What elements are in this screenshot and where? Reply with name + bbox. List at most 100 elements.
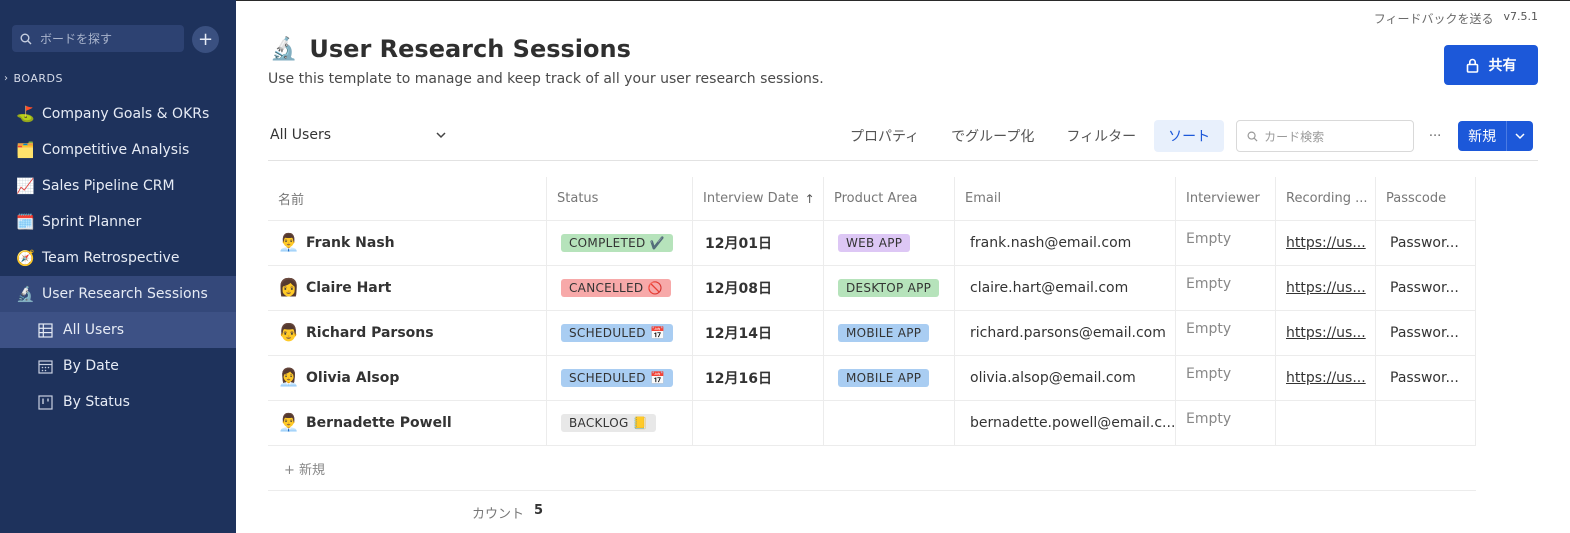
date-cell[interactable] [693,401,824,445]
interview-date: 12月14日 [705,326,772,342]
recording-cell[interactable]: https://us... [1276,266,1376,310]
share-button[interactable]: 共有 [1444,45,1538,85]
date-cell[interactable]: 12月16日 [693,356,824,400]
share-label: 共有 [1488,58,1517,74]
table-row[interactable]: 👨‍💼 Frank Nash COMPLETED ✔️ 12月01日 WEB A… [268,221,1476,266]
email-cell[interactable]: richard.parsons@email.com [955,311,1176,355]
table-row[interactable]: 👨 Richard Parsons SCHEDULED 📅 12月14日 MOB… [268,311,1476,356]
product-area-cell[interactable]: WEB APP [824,221,955,265]
email-cell[interactable]: frank.nash@email.com [955,221,1176,265]
status-cell[interactable]: SCHEDULED 📅 [547,356,693,400]
email-cell[interactable]: claire.hart@email.com [955,266,1176,310]
table-row[interactable]: 👨‍💼 Bernadette Powell BACKLOG 📒 bernadet… [268,401,1476,446]
feedback-link[interactable]: フィードバックを送る [1374,10,1494,27]
email-cell[interactable]: olivia.alsop@email.com [955,356,1176,400]
page-title[interactable]: User Research Sessions [309,35,630,63]
column-header-name[interactable]: 名前 [268,177,547,220]
passcode-cell[interactable] [1376,401,1476,445]
recording-link[interactable]: https://us... [1286,235,1366,251]
column-header-interview-date[interactable]: Interview Date ↑ [693,177,824,220]
sidebar-view-by-status[interactable]: By Status [0,384,236,420]
board-label: Team Retrospective [42,250,180,266]
column-header-email[interactable]: Email [955,177,1176,220]
status-cell[interactable]: BACKLOG 📒 [547,401,693,445]
properties-button[interactable]: プロパティ [836,120,933,152]
board-label: Competitive Analysis [42,142,190,158]
column-header-status[interactable]: Status [547,177,693,220]
filter-button[interactable]: フィルター [1052,120,1150,152]
board-icon [38,394,53,410]
recording-link[interactable]: https://us... [1286,280,1366,296]
sidebar-board-user-research[interactable]: 🔬 User Research Sessions [0,276,236,312]
more-options-button[interactable]: ··· [1418,129,1452,144]
sort-button[interactable]: ソート [1154,120,1225,152]
column-header-passcode[interactable]: Passcode [1376,177,1476,220]
new-card-dropdown-button[interactable] [1506,121,1534,151]
recording-link[interactable]: https://us... [1286,370,1366,386]
email-cell[interactable]: bernadette.powell@email.c... [955,401,1176,445]
passcode-cell[interactable]: Passwor... [1376,266,1476,310]
date-cell[interactable]: 12月01日 [693,221,824,265]
name-cell[interactable]: 👩‍💼 Olivia Alsop [268,356,547,400]
recording-cell[interactable]: https://us... [1276,311,1376,355]
name-cell[interactable]: 👨 Richard Parsons [268,311,547,355]
status-cell[interactable]: COMPLETED ✔️ [547,221,693,265]
view-label: By Date [63,358,119,374]
product-area-cell[interactable]: DESKTOP APP [824,266,955,310]
date-cell[interactable]: 12月14日 [693,311,824,355]
column-header-interviewer[interactable]: Interviewer [1176,177,1276,220]
page-description[interactable]: Use this template to manage and keep tra… [268,71,824,87]
interviewer-cell[interactable]: Empty [1176,311,1276,355]
name-cell[interactable]: 👨‍💼 Frank Nash [268,221,547,265]
view-selector[interactable]: All Users [270,127,446,143]
count-footer[interactable]: カウント 5 [472,503,543,522]
sidebar-board-competitive-analysis[interactable]: 🗂️ Competitive Analysis [0,132,236,168]
status-cell[interactable]: SCHEDULED 📅 [547,311,693,355]
group-by-button[interactable]: でグループ化 [937,120,1048,152]
interviewer-cell[interactable]: Empty [1176,221,1276,265]
passcode-cell[interactable]: Passwor... [1376,311,1476,355]
compass-icon: 🧭 [16,249,35,267]
boards-header[interactable]: › BOARDS [4,72,63,85]
recording-cell[interactable]: https://us... [1276,221,1376,265]
card-search-input[interactable]: カード検索 [1236,120,1415,152]
row-name: Bernadette Powell [306,415,452,431]
sort-ascending-icon: ↑ [804,191,815,206]
column-header-recording[interactable]: Recording ... [1276,177,1376,220]
sidebar-board-team-retrospective[interactable]: 🧭 Team Retrospective [0,240,236,276]
product-area-cell[interactable] [824,401,955,445]
golf-flag-icon: ⛳ [16,105,35,123]
name-cell[interactable]: 👩 Claire Hart [268,266,547,310]
status-cell[interactable]: CANCELLED 🚫 [547,266,693,310]
interviewer-cell[interactable]: Empty [1176,401,1276,445]
interviewer-cell[interactable]: Empty [1176,266,1276,310]
product-area-cell[interactable]: MOBILE APP [824,311,955,355]
recording-link[interactable]: https://us... [1286,325,1366,341]
recording-cell[interactable] [1276,401,1376,445]
status-badge: SCHEDULED 📅 [561,369,674,387]
microscope-icon[interactable]: 🔬 [270,37,297,62]
sidebar-board-company-goals[interactable]: ⛳ Company Goals & OKRs [0,96,236,132]
add-row-button[interactable]: + 新規 [268,446,1476,491]
interviewer-cell[interactable]: Empty [1176,356,1276,400]
sidebar-board-sales-pipeline[interactable]: 📈 Sales Pipeline CRM [0,168,236,204]
product-area-cell[interactable]: MOBILE APP [824,356,955,400]
board-search-input[interactable]: ボードを探す [12,25,184,52]
column-header-product-area[interactable]: Product Area [824,177,955,220]
new-card-button[interactable]: 新規 [1458,121,1507,151]
sidebar-board-sprint-planner[interactable]: 🗓️ Sprint Planner [0,204,236,240]
sidebar-view-by-date[interactable]: By Date [0,348,236,384]
date-cell[interactable]: 12月08日 [693,266,824,310]
chevron-down-icon: › [4,73,9,84]
passcode-cell[interactable]: Passwor... [1376,221,1476,265]
add-board-button[interactable]: + [192,26,219,53]
passcode-cell[interactable]: Passwor... [1376,356,1476,400]
board-search[interactable]: ボードを探す [12,25,184,52]
product-area-badge: MOBILE APP [838,369,930,387]
sidebar-view-all-users[interactable]: All Users [0,312,236,348]
name-cell[interactable]: 👨‍💼 Bernadette Powell [268,401,547,445]
recording-cell[interactable]: https://us... [1276,356,1376,400]
table-row[interactable]: 👩‍💼 Olivia Alsop SCHEDULED 📅 12月16日 MOBI… [268,356,1476,401]
table-row[interactable]: 👩 Claire Hart CANCELLED 🚫 12月08日 DESKTOP… [268,266,1476,311]
calendar-icon: 🗓️ [16,213,35,231]
